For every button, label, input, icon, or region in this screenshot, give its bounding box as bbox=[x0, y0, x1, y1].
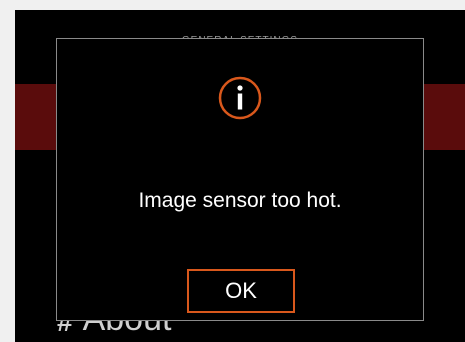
ok-button-label: OK bbox=[225, 278, 257, 303]
info-icon bbox=[218, 76, 262, 120]
settings-screen: GENERAL SETTINGS # About Image sensor to… bbox=[15, 10, 465, 342]
dialog-message: Image sensor too hot. bbox=[138, 189, 342, 212]
ok-button[interactable]: OK bbox=[187, 269, 295, 313]
alert-dialog: Image sensor too hot. OK bbox=[56, 38, 424, 321]
